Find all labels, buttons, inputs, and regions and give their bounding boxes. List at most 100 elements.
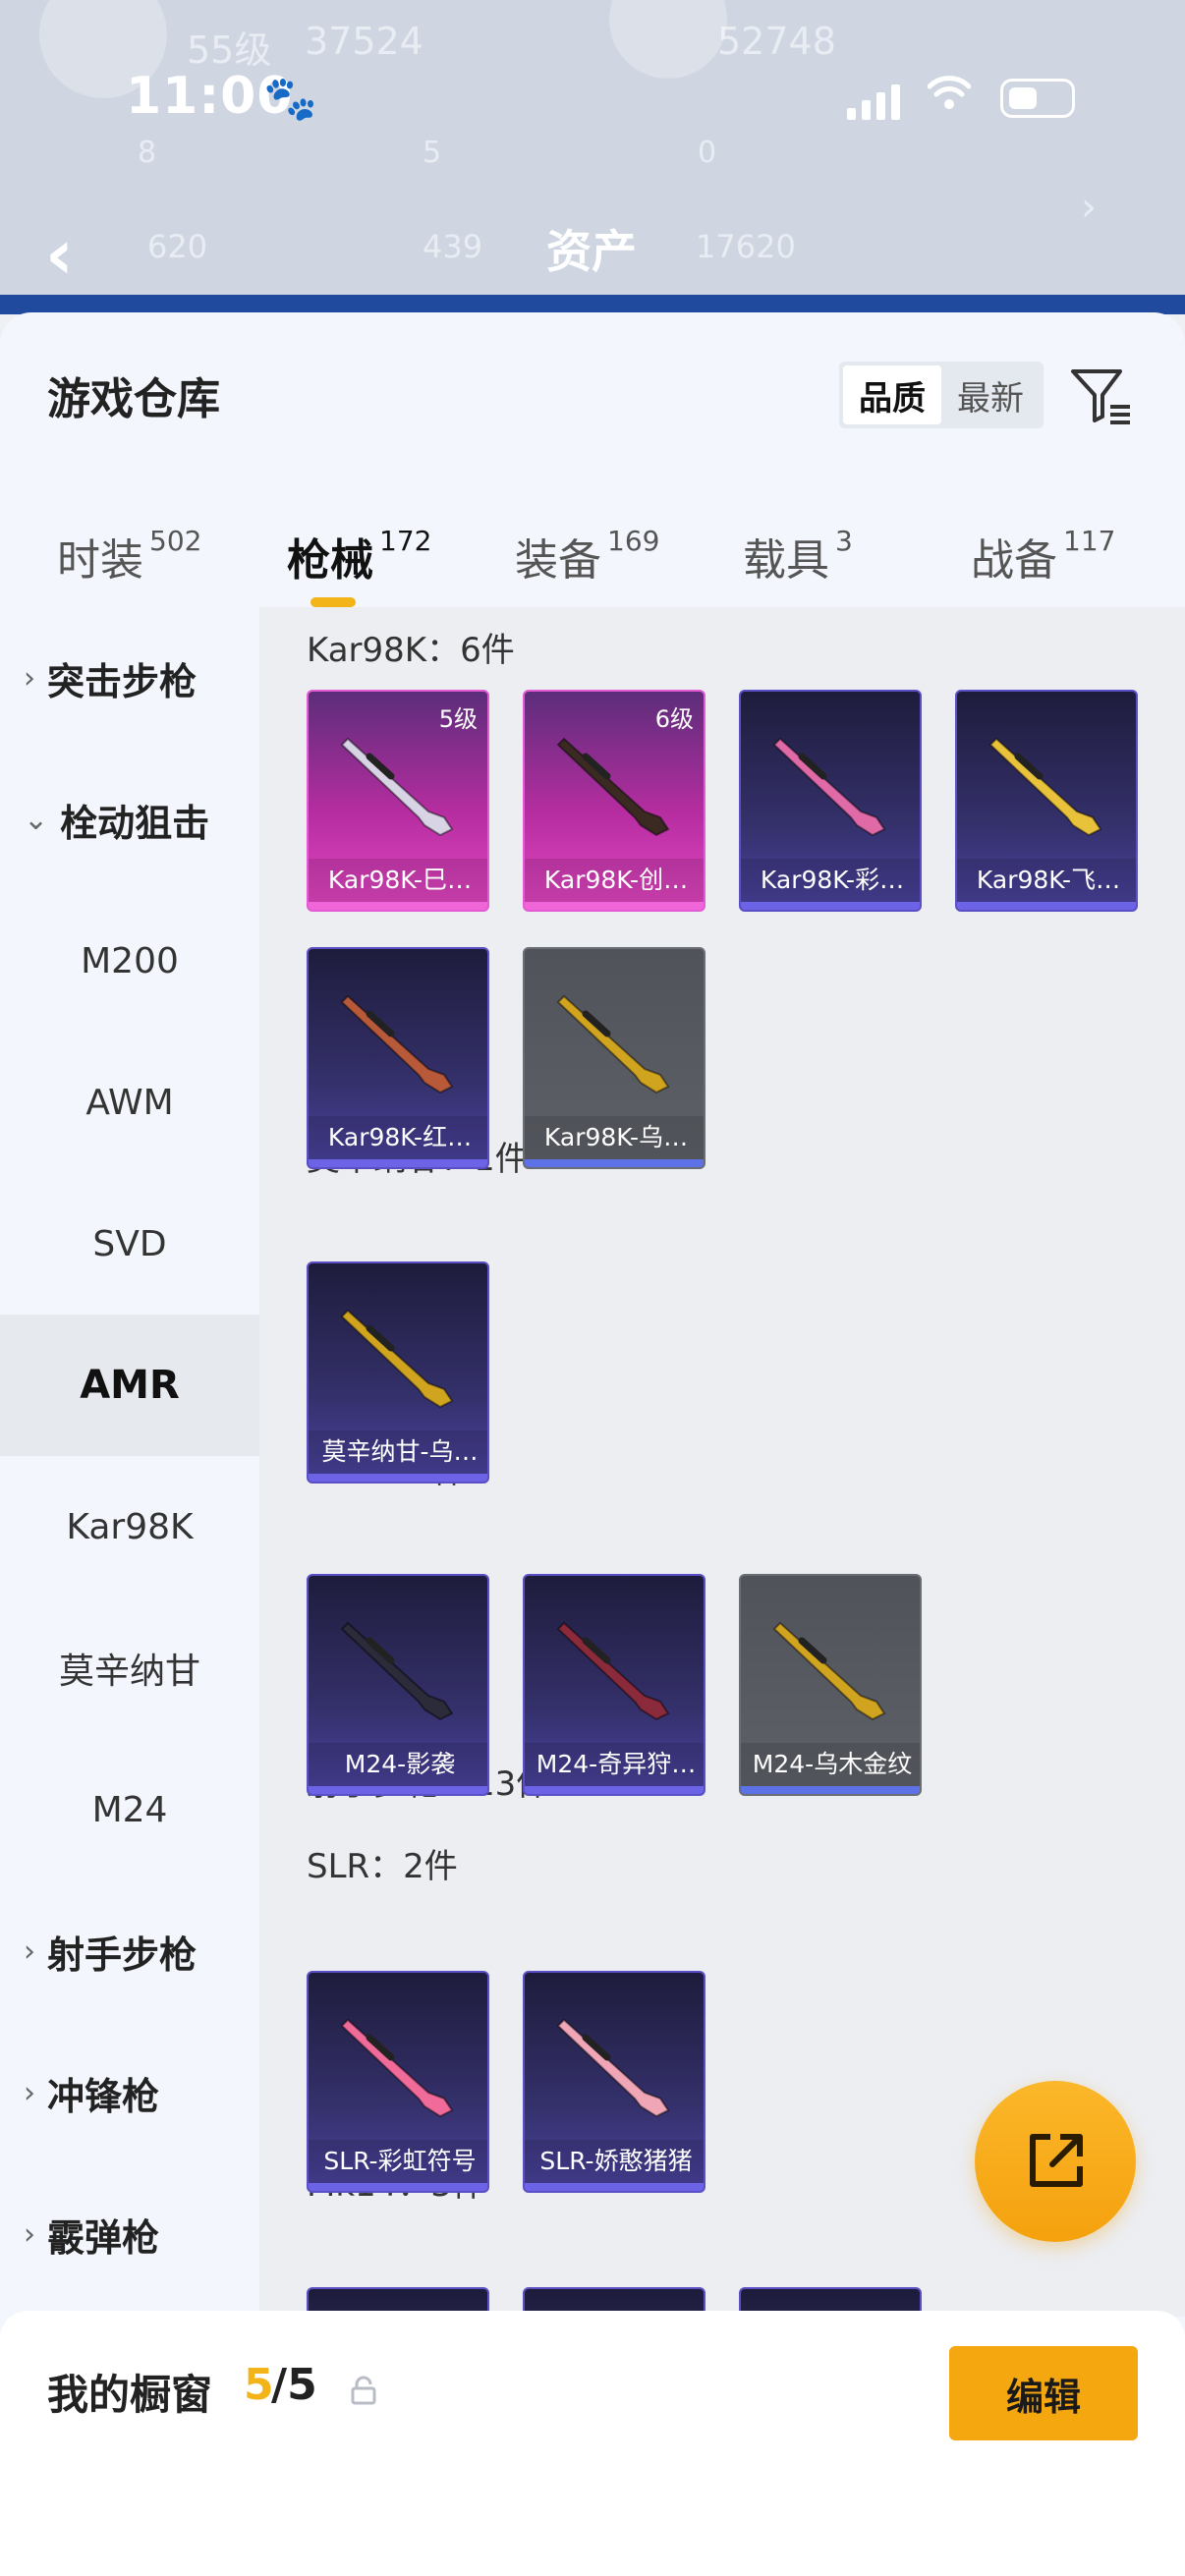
rifle-icon xyxy=(340,1309,454,1409)
weapon-skin-card[interactable]: SLR-彩虹符号 xyxy=(307,1971,489,2193)
nav-item-m200[interactable]: M200 xyxy=(0,890,259,1032)
back-arrow-icon[interactable]: ‹ xyxy=(45,214,74,295)
weapon-skin-card[interactable]: 6级 Kar98K-创… xyxy=(523,690,705,912)
filter-icon[interactable] xyxy=(1067,362,1136,430)
wifi-icon xyxy=(927,73,972,123)
section-title: Kar98K：6件 xyxy=(307,631,515,670)
rarity-bar xyxy=(309,902,487,910)
sheet-title: 游戏仓库 xyxy=(47,374,220,424)
nav-label: 射手步枪 xyxy=(47,1932,198,1977)
paw-icon: 🐾 xyxy=(263,74,317,124)
nav-label: 霰弹枪 xyxy=(47,2215,160,2260)
nav-label: 栓动狙击 xyxy=(60,801,210,845)
rarity-bar xyxy=(309,1474,487,1482)
skin-name: M24-影袭 xyxy=(309,1743,487,1786)
tab-label: 载具 xyxy=(743,535,829,586)
nav-group-assault-rifle[interactable]: › 突击步枪 xyxy=(0,607,259,749)
skin-name: Kar98K-乌… xyxy=(525,1116,704,1159)
tab-label: 装备 xyxy=(515,535,601,586)
nav-group-smg[interactable]: › 冲锋枪 xyxy=(0,2022,259,2163)
nav-item-awm[interactable]: AWM xyxy=(0,1032,259,1173)
weapon-skin-card[interactable]: 5级 Kar98K-巳… xyxy=(307,690,489,912)
rarity-bar xyxy=(741,902,920,910)
skin-name: M24-乌木金纹 xyxy=(741,1743,920,1786)
skin-name: Kar98K-飞… xyxy=(957,859,1136,902)
faded-value: 37524 xyxy=(305,20,423,63)
weapon-skin-card[interactable]: Kar98K-彩… xyxy=(739,690,922,912)
nav-item-svd[interactable]: SVD xyxy=(0,1173,259,1315)
background-header: 55级 37524 52748 8 5 0 620 439 17620 › 11… xyxy=(0,0,1185,314)
rarity-bar xyxy=(525,902,704,910)
status-bar: 11:00 🐾 xyxy=(0,59,1185,138)
lock-icon xyxy=(350,2376,377,2405)
faded-value: 5 xyxy=(423,136,442,170)
nav-item-mosin[interactable]: 莫辛纳甘 xyxy=(0,1597,259,1739)
rarity-bar xyxy=(741,1786,920,1794)
nav-group-shotgun[interactable]: › 霰弹枪 xyxy=(0,2163,259,2305)
sort-quality-button[interactable]: 品质 xyxy=(843,365,941,424)
weapon-skin-card[interactable]: 莫辛纳甘-乌… xyxy=(307,1261,489,1484)
skin-name: Kar98K-彩… xyxy=(741,859,920,902)
chevron-right-icon: › xyxy=(24,2216,35,2252)
faded-value: 17620 xyxy=(696,228,796,265)
weapon-skin-card[interactable]: Kar98K-乌… xyxy=(523,947,705,1169)
rarity-bar xyxy=(309,2183,487,2191)
skin-name: SLR-娇憨猪猪 xyxy=(525,2140,704,2183)
skin-name: Kar98K-巳… xyxy=(309,859,487,902)
weapon-skin-card[interactable]: Kar98K-飞… xyxy=(955,690,1138,912)
nav-item-m24[interactable]: M24 xyxy=(0,1739,259,1880)
nav-item-amr[interactable]: AMR xyxy=(0,1315,259,1456)
weapon-category-nav: › 突击步枪 ⌄ 栓动狙击 M200 AWM SVD AMR Kar98K 莫辛… xyxy=(0,607,259,2317)
category-tabs: 时装 502 枪械 172 装备 169 载具 3 战备 117 xyxy=(0,505,1185,613)
sort-newest-button[interactable]: 最新 xyxy=(941,365,1040,424)
weapon-skin-card[interactable]: M24-影袭 xyxy=(307,1574,489,1796)
rarity-bar xyxy=(525,2183,704,2191)
skin-name: Kar98K-红… xyxy=(309,1116,487,1159)
nav-label: 突击步枪 xyxy=(47,659,198,703)
active-tab-indicator xyxy=(310,597,356,607)
share-button[interactable] xyxy=(975,2081,1136,2242)
weapon-skin-card[interactable]: Kar98K-红… xyxy=(307,947,489,1169)
rarity-bar xyxy=(525,1159,704,1167)
rifle-icon xyxy=(772,1621,886,1721)
rarity-bar xyxy=(957,902,1136,910)
tab-equipment[interactable]: 装备 169 xyxy=(515,525,659,588)
rifle-icon xyxy=(556,737,670,837)
rarity-bar xyxy=(309,1786,487,1794)
nav-group-marksman-rifle[interactable]: › 射手步枪 xyxy=(0,1880,259,2022)
rifle-icon xyxy=(988,737,1102,837)
chevron-down-icon: ⌄ xyxy=(24,802,49,837)
chevron-right-icon: › xyxy=(1081,185,1097,230)
rifle-icon xyxy=(556,1621,670,1721)
rifle-icon xyxy=(772,737,886,837)
tab-count: 169 xyxy=(607,525,660,557)
tab-count: 117 xyxy=(1063,525,1116,557)
tab-vehicles[interactable]: 载具 3 xyxy=(743,525,853,588)
rifle-icon xyxy=(340,1621,454,1721)
nav-item-kar98k[interactable]: Kar98K xyxy=(0,1456,259,1597)
chevron-right-icon: › xyxy=(24,660,35,696)
external-link-icon xyxy=(1030,2134,1083,2187)
rarity-bar xyxy=(525,1786,704,1794)
tab-supplies[interactable]: 战备 117 xyxy=(971,525,1115,588)
tab-label: 战备 xyxy=(971,535,1057,586)
nav-group-bolt-sniper[interactable]: ⌄ 栓动狙击 xyxy=(0,749,259,890)
tab-fashion[interactable]: 时装 502 xyxy=(57,525,201,588)
rifle-icon xyxy=(340,994,454,1094)
tab-label: 时装 xyxy=(57,535,143,586)
faded-value: 8 xyxy=(138,136,157,170)
skin-name: SLR-彩虹符号 xyxy=(309,2140,487,2183)
item-grid: Kar98K：6件 莫辛纳甘：1件 M24：3件 射手步枪：13件 SLR：2件… xyxy=(259,607,1185,2317)
weapon-skin-card[interactable]: M24-奇异狩… xyxy=(523,1574,705,1796)
chevron-right-icon: › xyxy=(24,1933,35,1969)
faded-value: 439 xyxy=(423,228,483,265)
tab-label: 枪械 xyxy=(287,535,373,586)
rifle-icon xyxy=(556,2018,670,2118)
edit-button[interactable]: 编辑 xyxy=(949,2346,1138,2440)
weapon-skin-card[interactable]: SLR-娇憨猪猪 xyxy=(523,1971,705,2193)
showcase-bar: 我的橱窗 5 /5 编辑 xyxy=(0,2311,1185,2576)
tab-guns[interactable]: 枪械 172 xyxy=(287,525,431,588)
tab-count: 3 xyxy=(835,525,853,557)
weapon-skin-card[interactable]: M24-乌木金纹 xyxy=(739,1574,922,1796)
showcase-label: 我的橱窗 xyxy=(47,2371,213,2419)
